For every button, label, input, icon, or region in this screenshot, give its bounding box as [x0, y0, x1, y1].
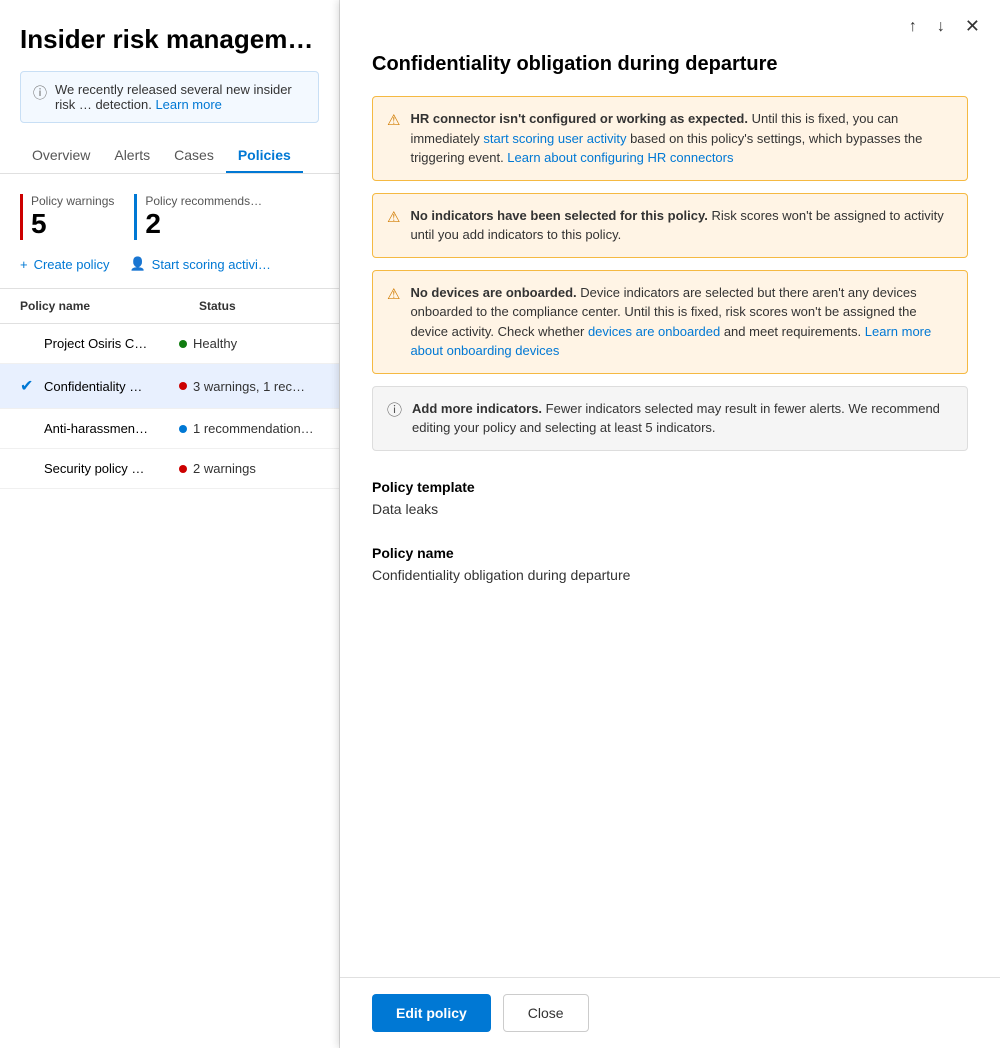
row-status: 1 recommendation…	[179, 421, 319, 436]
row-policy-name: Security policy …	[44, 461, 179, 476]
status-dot-green	[179, 340, 187, 348]
stats-row: Policy warnings 5 Policy recommends… 2	[0, 174, 339, 256]
policy-name-value: Confidentiality obligation during depart…	[372, 567, 968, 583]
col-header-name: Policy name	[20, 299, 199, 313]
status-text: Healthy	[193, 336, 237, 351]
alert-text: No devices are onboarded. Device indicat…	[410, 283, 953, 361]
status-text: 3 warnings, 1 rec…	[193, 379, 305, 394]
person-icon: 👤	[129, 256, 145, 272]
info-icon: ⓘ	[33, 83, 47, 103]
left-panel: Insider risk managem… ⓘ We recently rele…	[0, 0, 340, 1048]
banner-text: We recently released several new insider…	[55, 82, 306, 112]
policy-name-label: Policy name	[372, 545, 968, 561]
alert-no-indicators: ⚠ No indicators have been selected for t…	[372, 193, 968, 258]
info-icon: ⓘ	[387, 400, 402, 423]
nav-down-button[interactable]: ↓	[933, 14, 949, 40]
nav-up-button[interactable]: ↑	[905, 14, 921, 40]
status-dot-red	[179, 465, 187, 473]
policy-template-section: Policy template Data leaks	[372, 479, 968, 517]
row-policy-name: Project Osiris C…	[44, 336, 179, 351]
status-dot-red	[179, 382, 187, 390]
warning-icon: ⚠	[387, 110, 400, 133]
table-header: Policy name Status	[0, 289, 339, 324]
tab-policies[interactable]: Policies	[226, 139, 303, 173]
edit-policy-button[interactable]: Edit policy	[372, 994, 491, 1032]
devices-onboarded-link[interactable]: devices are onboarded	[588, 324, 720, 339]
checkmark-icon: ✔	[20, 378, 33, 395]
alert-text: Add more indicators. Fewer indicators se…	[412, 399, 953, 438]
detail-drawer: ↑ ↓ ✕ Confidentiality obligation during …	[340, 0, 1000, 1048]
policy-template-label: Policy template	[372, 479, 968, 495]
tab-overview[interactable]: Overview	[20, 139, 102, 173]
create-policy-label: Create policy	[34, 257, 110, 272]
policy-warnings-value: 5	[31, 208, 114, 240]
start-scoring-label: Start scoring activi…	[152, 257, 271, 272]
actions-row: + Create policy 👤 Start scoring activi…	[0, 256, 339, 289]
learn-more-link[interactable]: Learn more	[155, 97, 221, 112]
table-row[interactable]: Security policy … 2 warnings	[0, 449, 339, 489]
policy-template-value: Data leaks	[372, 501, 968, 517]
row-status: 2 warnings	[179, 461, 319, 476]
plus-icon: +	[20, 257, 28, 272]
policy-recommendations-label: Policy recommends…	[145, 194, 262, 208]
status-dot-blue	[179, 425, 187, 433]
drawer-footer: Edit policy Close	[340, 977, 1000, 1048]
drawer-header: ↑ ↓ ✕	[340, 0, 1000, 53]
info-banner: ⓘ We recently released several new insid…	[20, 71, 319, 123]
row-policy-name: Anti-harassmen…	[44, 421, 179, 436]
alert-text: HR connector isn't configured or working…	[410, 109, 953, 168]
status-text: 1 recommendation…	[193, 421, 314, 436]
drawer-title: Confidentiality obligation during depart…	[372, 53, 968, 76]
row-policy-name: Confidentiality …	[44, 379, 179, 394]
start-scoring-link[interactable]: start scoring user activity	[483, 131, 626, 146]
learn-hr-link[interactable]: Learn about configuring HR connectors	[507, 150, 733, 165]
policy-name-section: Policy name Confidentiality obligation d…	[372, 545, 968, 583]
row-checkbox-selected: ✔	[20, 376, 44, 396]
alert-text: No indicators have been selected for thi…	[410, 206, 953, 245]
alert-bold: HR connector isn't configured or working…	[410, 111, 748, 126]
row-status: Healthy	[179, 336, 319, 351]
alert-bold: No devices are onboarded.	[410, 285, 576, 300]
col-header-status: Status	[199, 299, 319, 313]
alert-add-indicators: ⓘ Add more indicators. Fewer indicators …	[372, 386, 968, 451]
start-scoring-button[interactable]: 👤 Start scoring activi…	[129, 256, 270, 272]
nav-tabs: Overview Alerts Cases Policies	[0, 139, 339, 174]
alert-bold: Add more indicators.	[412, 401, 542, 416]
warning-icon: ⚠	[387, 284, 400, 307]
table-row[interactable]: ✔ Confidentiality … 3 warnings, 1 rec…	[0, 364, 339, 409]
policy-recommendations-stat: Policy recommends… 2	[134, 194, 262, 240]
table-row[interactable]: Anti-harassmen… 1 recommendation…	[0, 409, 339, 449]
row-status: 3 warnings, 1 rec…	[179, 379, 319, 394]
alert-hr-connector: ⚠ HR connector isn't configured or worki…	[372, 96, 968, 181]
close-button[interactable]: ✕	[961, 12, 984, 41]
table-row[interactable]: Project Osiris C… Healthy	[0, 324, 339, 364]
status-text: 2 warnings	[193, 461, 256, 476]
policy-warnings-stat: Policy warnings 5	[20, 194, 114, 240]
close-drawer-button[interactable]: Close	[503, 994, 589, 1032]
alert-bold: No indicators have been selected for thi…	[410, 208, 707, 223]
policy-recommendations-value: 2	[145, 208, 262, 240]
tab-cases[interactable]: Cases	[162, 139, 226, 173]
warning-icon: ⚠	[387, 207, 400, 230]
alert-no-devices: ⚠ No devices are onboarded. Device indic…	[372, 270, 968, 374]
create-policy-button[interactable]: + Create policy	[20, 256, 109, 272]
drawer-content: Confidentiality obligation during depart…	[340, 53, 1000, 977]
tab-alerts[interactable]: Alerts	[102, 139, 162, 173]
policy-warnings-label: Policy warnings	[31, 194, 114, 208]
page-title: Insider risk managem…	[0, 0, 339, 71]
